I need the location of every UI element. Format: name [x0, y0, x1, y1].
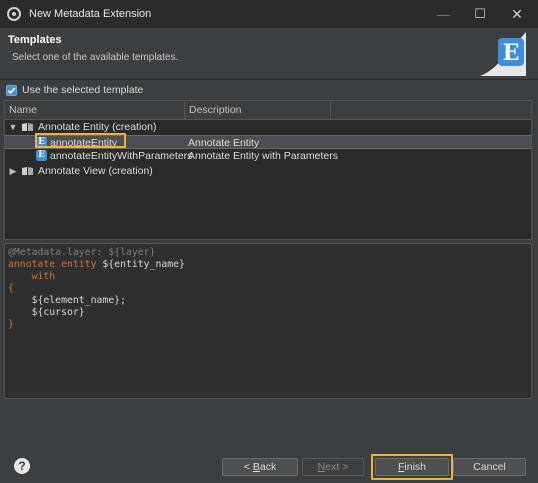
wizard-banner: Templates Select one of the available te… — [0, 28, 538, 79]
back-button[interactable]: < Back — [222, 458, 298, 476]
e-logo-icon: E — [480, 32, 526, 76]
minimize-button[interactable]: — — [425, 0, 461, 28]
tree-row-annotateEntity[interactable]: E annotateEntity Annotate Entity — [5, 134, 531, 149]
title-bar: New Metadata Extension — ☐ ✕ — [0, 0, 538, 28]
next-button[interactable]: Next > — [302, 458, 364, 476]
table-header: Name Description — [5, 101, 531, 120]
column-header-name[interactable]: Name — [5, 101, 185, 120]
use-template-label: Use the selected template — [22, 84, 144, 96]
checkmark-icon — [7, 87, 16, 94]
chevron-down-icon[interactable]: ▼ — [8, 120, 18, 135]
tree-row-annotate-view-group[interactable]: ▶ Annotate View (creation) — [5, 164, 531, 179]
templates-table[interactable]: Name Description ▼ Annotate Entity (crea… — [4, 100, 532, 240]
code-token: @Metadata.layer: ${layer} — [8, 247, 156, 258]
template-e-icon: E — [36, 136, 47, 148]
code-line: @Metadata.layer: ${layer} — [8, 247, 528, 259]
tree-description: Annotate Entity — [188, 136, 260, 149]
code-token: ${cursor} — [8, 307, 85, 318]
tree-description — [185, 164, 188, 179]
code-line: ${cursor} — [8, 307, 528, 319]
column-header-description[interactable]: Description — [185, 101, 331, 120]
tree-label: Annotate View (creation) — [38, 164, 153, 177]
use-template-checkbox[interactable] — [6, 84, 17, 96]
tree-row-annotate-entity-group[interactable]: ▼ Annotate Entity (creation) — [5, 120, 531, 135]
code-token: { — [8, 283, 14, 294]
tree-description — [185, 120, 188, 135]
book-icon — [22, 123, 33, 131]
book-icon — [22, 166, 33, 175]
tree-label: annotateEntity — [50, 136, 118, 149]
tree-label: Annotate Entity (creation) — [38, 121, 157, 133]
eclipse-app-icon — [7, 7, 21, 21]
code-token: with — [8, 271, 56, 282]
code-token: } — [8, 319, 14, 330]
use-template-checkbox-row[interactable]: Use the selected template — [6, 84, 143, 96]
tree-label: annotateEntityWithParameters — [50, 150, 193, 162]
code-token: ${element_name}; — [8, 295, 126, 306]
close-button[interactable]: ✕ — [499, 0, 535, 28]
page-subtitle: Select one of the available templates. — [12, 52, 179, 63]
template-e-icon: E — [36, 150, 47, 161]
wizard-footer: ? < Back Next > Finish Cancel — [0, 444, 538, 483]
template-preview-editor[interactable]: @Metadata.layer: ${layer} annotate entity… — [4, 243, 532, 399]
finish-button[interactable]: Finish — [375, 458, 449, 476]
code-token: annotate entity — [8, 259, 97, 270]
code-line: ${element_name}; — [8, 295, 528, 307]
code-token: ${entity_name} — [96, 259, 185, 270]
chevron-right-icon[interactable]: ▶ — [8, 164, 18, 179]
tree-row-annotateEntityWithParameters[interactable]: E annotateEntityWithParameters Annotate … — [5, 149, 531, 164]
cancel-button[interactable]: Cancel — [453, 458, 526, 476]
banner-divider — [0, 79, 538, 80]
page-title: Templates — [8, 34, 62, 46]
e-logo-letter: E — [503, 40, 520, 66]
code-line: annotate entity ${entity_name} — [8, 259, 528, 271]
code-line: { — [8, 283, 528, 295]
maximize-button[interactable]: ☐ — [462, 0, 498, 28]
tree-description: Annotate Entity with Parameters — [188, 150, 338, 162]
window-title: New Metadata Extension — [29, 8, 152, 20]
code-line: } — [8, 319, 528, 331]
code-line: with — [8, 271, 528, 283]
help-icon[interactable]: ? — [14, 458, 30, 474]
